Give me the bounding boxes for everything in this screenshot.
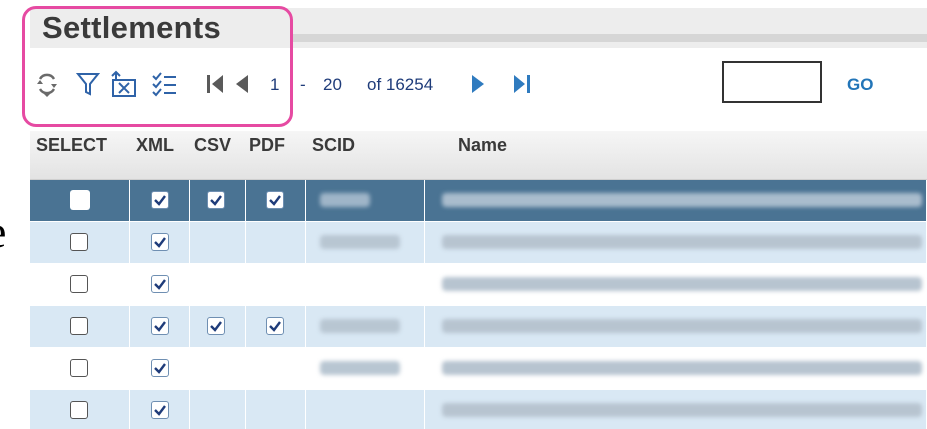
csv-checkbox[interactable] xyxy=(207,317,225,335)
column-header-xml[interactable]: XML xyxy=(136,135,174,156)
table-row[interactable] xyxy=(30,306,927,348)
pdf-checkbox[interactable] xyxy=(266,191,284,209)
csv-cell xyxy=(190,264,246,305)
redacted-scid xyxy=(320,319,400,333)
pdf-cell xyxy=(246,390,306,429)
stray-character: e xyxy=(0,205,6,258)
grid-header: SELECT XML CSV PDF SCID Name xyxy=(30,131,927,180)
csv-cell xyxy=(190,390,246,429)
csv-cell xyxy=(190,348,246,389)
page-end: 20 xyxy=(323,75,342,94)
redacted-name xyxy=(442,361,922,375)
xml-checkbox[interactable] xyxy=(151,359,169,377)
toolbar-highlight-annotation xyxy=(22,6,293,127)
redacted-name xyxy=(442,319,922,333)
column-header-csv[interactable]: CSV xyxy=(194,135,231,156)
table-row[interactable] xyxy=(30,264,927,306)
column-header-scid[interactable]: SCID xyxy=(312,135,355,156)
redacted-scid xyxy=(320,193,370,207)
title-divider xyxy=(290,34,927,42)
row-select-checkbox[interactable] xyxy=(70,190,90,210)
table-row[interactable] xyxy=(30,222,927,264)
scid-cell xyxy=(306,390,425,429)
row-select-checkbox[interactable] xyxy=(70,275,88,293)
xml-checkbox[interactable] xyxy=(151,317,169,335)
total-records: of 16254 xyxy=(367,75,434,94)
row-select-checkbox[interactable] xyxy=(70,317,88,335)
pdf-cell xyxy=(246,222,306,263)
xml-checkbox[interactable] xyxy=(151,191,169,209)
settlements-screen: e Settlements xyxy=(0,0,927,429)
redacted-name xyxy=(442,277,922,291)
redacted-scid xyxy=(320,361,400,375)
redacted-name xyxy=(442,403,922,417)
pdf-cell xyxy=(246,264,306,305)
column-header-name[interactable]: Name xyxy=(458,135,507,156)
xml-checkbox[interactable] xyxy=(151,233,169,251)
next-page-icon[interactable] xyxy=(466,70,490,98)
table-row[interactable] xyxy=(30,348,927,390)
redacted-name xyxy=(442,235,922,249)
pdf-cell xyxy=(246,348,306,389)
pdf-checkbox[interactable] xyxy=(266,317,284,335)
row-select-checkbox[interactable] xyxy=(70,401,88,419)
last-page-icon[interactable] xyxy=(510,70,534,98)
xml-checkbox[interactable] xyxy=(151,275,169,293)
csv-checkbox[interactable] xyxy=(207,191,225,209)
page-range-dash: - xyxy=(300,75,306,94)
page-number-input[interactable] xyxy=(722,61,822,103)
row-select-checkbox[interactable] xyxy=(70,359,88,377)
redacted-scid xyxy=(320,235,400,249)
row-select-checkbox[interactable] xyxy=(70,233,88,251)
table-row[interactable] xyxy=(30,390,927,429)
go-button[interactable]: GO xyxy=(847,75,873,95)
scid-cell xyxy=(306,264,425,305)
column-header-select[interactable]: SELECT xyxy=(36,135,107,156)
xml-checkbox[interactable] xyxy=(151,401,169,419)
settlements-grid: SELECT XML CSV PDF SCID Name xyxy=(30,131,927,429)
redacted-name xyxy=(442,193,922,207)
column-header-pdf[interactable]: PDF xyxy=(249,135,285,156)
grid-body xyxy=(30,180,927,429)
csv-cell xyxy=(190,222,246,263)
table-row[interactable] xyxy=(30,180,927,222)
